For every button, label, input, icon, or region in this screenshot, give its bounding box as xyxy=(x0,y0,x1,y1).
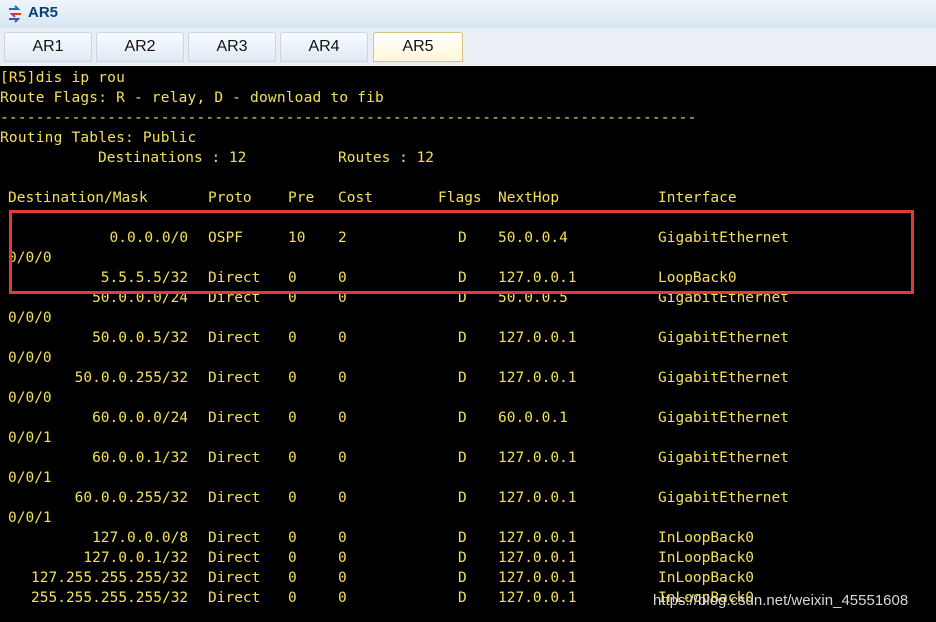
route-iface: GigabitEthernet xyxy=(658,450,789,466)
route-proto: Direct xyxy=(208,530,261,546)
route-iface: GigabitEthernet xyxy=(658,410,789,426)
route-flags: D xyxy=(458,490,467,506)
route-cost: 0 xyxy=(338,530,347,546)
route-cost: 0 xyxy=(338,570,347,586)
route-proto: Direct xyxy=(208,590,261,606)
header-cost: Cost xyxy=(338,190,373,206)
tab-ar1[interactable]: AR1 xyxy=(4,32,92,62)
route-pre: 0 xyxy=(288,570,297,586)
route-destination: 127.255.255.255/32 xyxy=(31,570,189,586)
route-pre: 0 xyxy=(288,530,297,546)
route-cost: 0 xyxy=(338,450,347,466)
route-interface-continuation: 0/0/0 xyxy=(8,390,52,406)
route-destination: 60.0.0.1/32 xyxy=(92,450,189,466)
route-pre: 0 xyxy=(288,590,297,606)
destinations-count: Destinations : 12 xyxy=(98,150,247,166)
route-destination: 127.0.0.1/32 xyxy=(83,550,189,566)
header-flags: Flags xyxy=(438,190,482,206)
route-destination: 60.0.0.0/24 xyxy=(92,410,189,426)
route-destination: 255.255.255.255/32 xyxy=(31,590,189,606)
route-iface: InLoopBack0 xyxy=(658,570,755,586)
route-iface: InLoopBack0 xyxy=(658,550,755,566)
route-cost: 0 xyxy=(338,550,347,566)
watermark-text: https://blog.csdn.net/weixin_45551608 xyxy=(653,592,909,609)
route-iface: GigabitEthernet xyxy=(658,330,789,346)
header-pre: Pre xyxy=(288,190,315,206)
route-cost: 0 xyxy=(338,590,347,606)
route-pre: 0 xyxy=(288,370,297,386)
route-flags: D xyxy=(458,410,467,426)
route-nexthop: 127.0.0.1 xyxy=(498,330,577,346)
route-interface-continuation: 0/0/0 xyxy=(8,310,52,326)
route-nexthop: 127.0.0.1 xyxy=(498,530,577,546)
device-tabs: AR1 AR2 AR3 AR4 AR5 xyxy=(0,28,936,67)
route-proto: Direct xyxy=(208,550,261,566)
route-destination: 50.0.0.5/32 xyxy=(92,330,189,346)
route-proto: Direct xyxy=(208,570,261,586)
route-iface: InLoopBack0 xyxy=(658,530,755,546)
route-flags: D xyxy=(458,530,467,546)
route-destination: 50.0.0.255/32 xyxy=(74,370,189,386)
tab-ar2[interactable]: AR2 xyxy=(96,32,184,62)
route-destination: 127.0.0.0/8 xyxy=(92,530,189,546)
route-pre: 0 xyxy=(288,550,297,566)
header-proto: Proto xyxy=(208,190,252,206)
route-interface-continuation: 0/0/1 xyxy=(8,430,52,446)
separator-line: ----------------------------------------… xyxy=(0,110,697,126)
route-proto: Direct xyxy=(208,490,261,506)
window-title: AR5 xyxy=(28,4,59,21)
header-nexthop: NextHop xyxy=(498,190,560,206)
route-cost: 0 xyxy=(338,330,347,346)
route-nexthop: 60.0.0.1 xyxy=(498,410,568,426)
title-bar: AR5 xyxy=(0,0,936,29)
tab-ar5[interactable]: AR5 xyxy=(373,32,463,62)
route-nexthop: 127.0.0.1 xyxy=(498,590,577,606)
route-interface-continuation: 0/0/1 xyxy=(8,470,52,486)
route-pre: 0 xyxy=(288,330,297,346)
route-iface: GigabitEthernet xyxy=(658,490,789,506)
route-flags: D xyxy=(458,590,467,606)
command-line: [R5]dis ip rou xyxy=(0,70,126,86)
route-flags: D xyxy=(458,550,467,566)
route-cost: 0 xyxy=(338,410,347,426)
route-flags: D xyxy=(458,370,467,386)
route-flags: D xyxy=(458,570,467,586)
route-proto: Direct xyxy=(208,370,261,386)
terminal-console[interactable]: [R5]dis ip rou Route Flags: R - relay, D… xyxy=(0,66,936,622)
header-interface: Interface xyxy=(658,190,737,206)
routes-count: Routes : 12 xyxy=(338,150,435,166)
route-interface-continuation: 0/0/0 xyxy=(8,350,52,366)
route-destination: 60.0.0.255/32 xyxy=(74,490,189,506)
route-flags: D xyxy=(458,330,467,346)
route-nexthop: 127.0.0.1 xyxy=(498,490,577,506)
route-cost: 0 xyxy=(338,490,347,506)
route-iface: GigabitEthernet xyxy=(658,370,789,386)
route-interface-continuation: 0/0/1 xyxy=(8,510,52,526)
route-proto: Direct xyxy=(208,410,261,426)
route-nexthop: 127.0.0.1 xyxy=(498,370,577,386)
route-pre: 0 xyxy=(288,450,297,466)
routing-table-title: Routing Tables: Public xyxy=(0,130,197,146)
route-proto: Direct xyxy=(208,450,261,466)
tab-ar3[interactable]: AR3 xyxy=(188,32,276,62)
route-flags: D xyxy=(458,450,467,466)
tab-ar4[interactable]: AR4 xyxy=(280,32,368,62)
route-cost: 0 xyxy=(338,370,347,386)
route-pre: 0 xyxy=(288,490,297,506)
route-pre: 0 xyxy=(288,410,297,426)
route-nexthop: 127.0.0.1 xyxy=(498,450,577,466)
route-nexthop: 127.0.0.1 xyxy=(498,550,577,566)
route-flags-line: Route Flags: R - relay, D - download to … xyxy=(0,90,384,106)
route-proto: Direct xyxy=(208,330,261,346)
route-nexthop: 127.0.0.1 xyxy=(498,570,577,586)
highlight-box xyxy=(9,210,914,294)
header-destination: Destination/Mask xyxy=(8,190,148,206)
router-app-icon xyxy=(9,5,21,23)
